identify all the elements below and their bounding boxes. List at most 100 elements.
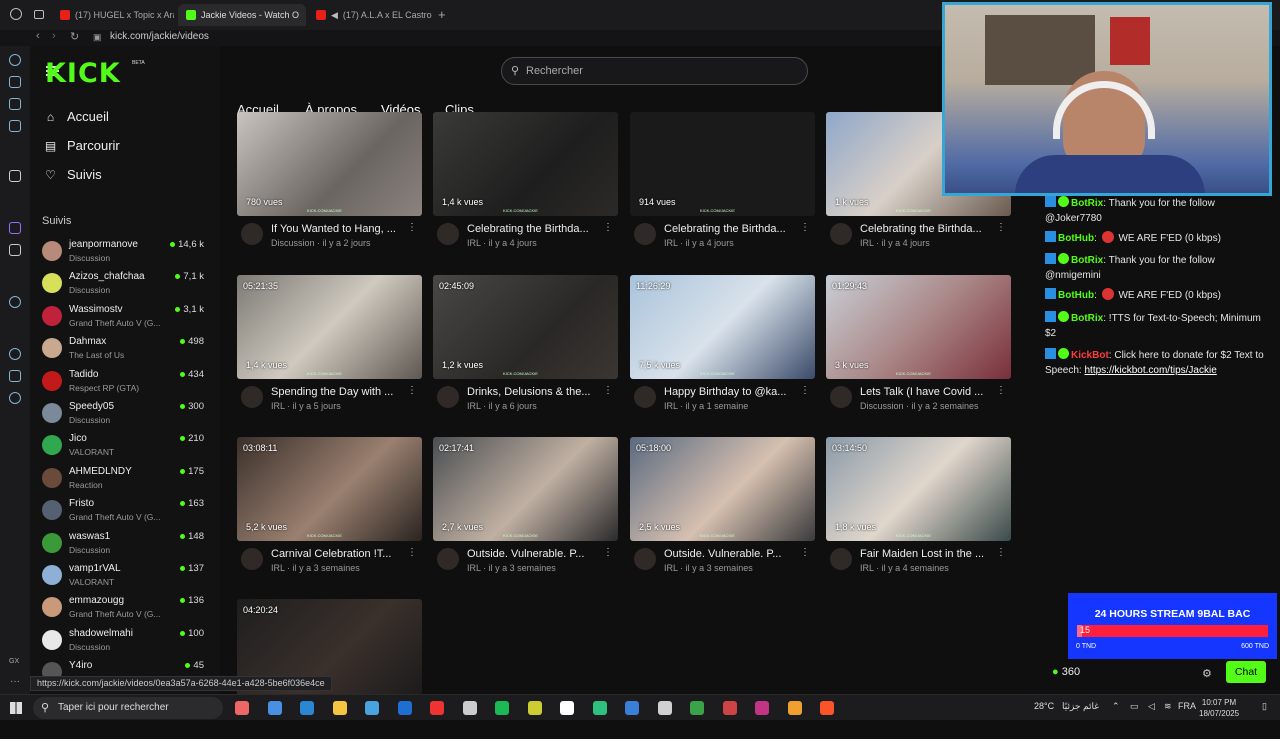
taskbar-clock[interactable]: 10:07 PM 18/07/2025 [1199,697,1239,719]
more-options-icon[interactable]: ⋮ [407,385,417,396]
more-options-icon[interactable]: ⋮ [603,222,613,233]
following-channel[interactable]: jeanpormanove Discussion 14,6 k [42,239,207,271]
taskbar-app-icon[interactable] [300,701,314,715]
chat-username[interactable]: BotRix [1071,255,1103,266]
kick-logo[interactable]: KICK [45,58,121,89]
channel-avatar[interactable] [830,223,852,245]
more-options-icon[interactable]: ⋮ [996,385,1006,396]
video-title[interactable]: Happy Birthday to @ka... [664,386,797,398]
nav-item-suivis[interactable]: ♡ Suivis [44,167,102,182]
more-icon[interactable]: ··· [10,676,20,687]
channel-avatar[interactable] [437,386,459,408]
video-thumbnail[interactable]: 03:14:50 1,8 k vues KICK.COM/JACKIE [826,437,1011,541]
taskbar-app-icon[interactable] [527,701,542,715]
video-thumbnail[interactable]: 01:29:43 3 k vues KICK.COM/JACKIE [826,275,1011,379]
channel-avatar[interactable] [437,548,459,570]
more-options-icon[interactable]: ⋮ [800,547,810,558]
chat-username[interactable]: BotHub [1058,290,1094,301]
chat-send-button[interactable]: Chat [1226,661,1266,683]
video-title[interactable]: Celebrating the Birthda... [860,223,993,235]
forward-icon[interactable]: › [52,30,56,42]
taskbar-app-icon[interactable] [820,701,834,715]
nav-item-accueil[interactable]: ⌂ Accueil [44,109,109,124]
chat-username[interactable]: KickBot [1071,350,1109,361]
video-thumbnail[interactable]: 02:17:41 2,7 k vues KICK.COM/JACKIE [433,437,618,541]
tab-switcher-icon[interactable] [34,10,44,19]
ai-icon[interactable] [9,76,21,88]
video-card[interactable]: 914 vues KICK.COM/JACKIE Celebrating the B… [630,112,815,252]
network-icon[interactable]: ▭ [1130,701,1139,712]
following-channel[interactable]: vamp1rVAL VALORANT 137 [42,563,207,595]
mail-icon[interactable] [9,120,21,132]
back-icon[interactable]: ‹ [36,30,40,42]
donate-link[interactable]: https://kickbot.com/tips/Jackie [1084,365,1216,376]
following-channel[interactable]: emmazougg Grand Theft Auto V (G... 136 [42,595,207,627]
taskbar-app-icon[interactable] [755,701,769,715]
taskbar-app-icon[interactable] [690,701,704,715]
taskbar-app-icon[interactable] [235,701,249,715]
channel-avatar[interactable] [634,386,656,408]
chat-username[interactable]: BotRix [1071,198,1103,209]
new-tab-button[interactable]: + [438,7,446,22]
video-card[interactable]: 05:18:00 2,5 k vues KICK.COM/JACKIE Outside… [630,437,815,577]
video-card[interactable]: 02:45:09 1,2 k vues KICK.COM/JACKIE Drinks,… [433,275,618,415]
video-thumbnail[interactable]: 02:45:09 1,2 k vues KICK.COM/JACKIE [433,275,618,379]
video-card[interactable]: 780 vues KICK.COM/JACKIE If You Wanted to … [237,112,422,252]
taskbar-search[interactable]: ⚲ Taper ici pour rechercher [33,697,223,719]
following-channel[interactable]: AHMEDLNDY Reaction 175 [42,466,207,498]
taskbar-app-icon[interactable] [657,701,672,715]
url-field[interactable]: kick.com/jackie/videos [110,31,209,42]
more-options-icon[interactable]: ⋮ [603,547,613,558]
taskbar-app-icon[interactable] [332,701,347,715]
taskbar-app-icon[interactable] [495,701,509,715]
more-options-icon[interactable]: ⋮ [996,222,1006,233]
video-title[interactable]: Outside. Vulnerable. P... [467,548,600,560]
video-thumbnail[interactable]: 914 vues KICK.COM/JACKIE [630,112,815,216]
following-channel[interactable]: shadowelmahi Discussion 100 [42,628,207,660]
more-options-icon[interactable]: ⋮ [800,385,810,396]
taskbar-app-icon[interactable] [625,701,639,715]
more-options-icon[interactable]: ⋮ [407,547,417,558]
channel-avatar[interactable] [241,548,263,570]
video-title[interactable]: Spending the Day with ... [271,386,404,398]
browser-tab[interactable]: (17) HUGEL x Topic x Ara [52,4,174,26]
video-card[interactable]: 01:29:43 3 k vues KICK.COM/JACKIE Lets Talk… [826,275,1011,415]
workspace-icon[interactable] [9,170,21,182]
more-options-icon[interactable]: ⋮ [603,385,613,396]
channel-avatar[interactable] [634,223,656,245]
settings-icon[interactable] [9,392,21,404]
video-thumbnail[interactable]: 05:21:35 1,4 k vues KICK.COM/JACKIE [237,275,422,379]
video-thumbnail[interactable]: 1,4 k vues KICK.COM/JACKIE [433,112,618,216]
video-thumbnail[interactable]: 03:08:11 5,2 k vues KICK.COM/JACKIE [237,437,422,541]
channel-points[interactable]: ● 360 [1052,666,1080,678]
video-card[interactable]: 11:26:29 7,5 k vues KICK.COM/JACKIE Happy B… [630,275,815,415]
video-card[interactable]: 03:14:50 1,8 k vues KICK.COM/JACKIE Fair Ma… [826,437,1011,577]
channel-avatar[interactable] [830,548,852,570]
history-icon[interactable] [9,54,21,66]
extensions-icon[interactable] [9,370,21,382]
taskbar-app-icon[interactable] [560,701,574,715]
clock-icon[interactable] [9,348,21,360]
taskbar-app-icon[interactable] [430,701,444,715]
chat-username[interactable]: BotRix [1071,313,1103,324]
twitch-icon[interactable] [9,222,21,234]
taskbar-app-icon[interactable] [397,701,412,715]
video-card[interactable]: 02:17:41 2,7 k vues KICK.COM/JACKIE Outside… [433,437,618,577]
channel-avatar[interactable] [634,548,656,570]
wifi-icon[interactable]: ≋ [1164,701,1172,712]
channel-avatar[interactable] [437,223,459,245]
taskbar-app-icon[interactable] [365,701,379,715]
video-title[interactable]: Lets Talk (I have Covid ... [860,386,993,398]
video-title[interactable]: Outside. Vulnerable. P... [664,548,797,560]
video-thumbnail[interactable]: 11:26:29 7,5 k vues KICK.COM/JACKIE [630,275,815,379]
following-channel[interactable]: Dahmax The Last of Us 498 [42,336,207,368]
more-options-icon[interactable]: ⋮ [407,222,417,233]
video-title[interactable]: Fair Maiden Lost in the ... [860,548,993,560]
windows-start-icon[interactable] [10,702,22,714]
video-thumbnail[interactable]: 05:18:00 2,5 k vues KICK.COM/JACKIE [630,437,815,541]
video-title[interactable]: Carnival Celebration !T... [271,548,404,560]
nav-item-parcourir[interactable]: ▤ Parcourir [44,138,120,153]
search-input[interactable] [526,62,796,80]
browser-tab[interactable]: ◀ (17) A.L.A x EL Castro [308,4,436,26]
browser-tab-active[interactable]: Jackie Videos - Watch O [178,4,306,26]
